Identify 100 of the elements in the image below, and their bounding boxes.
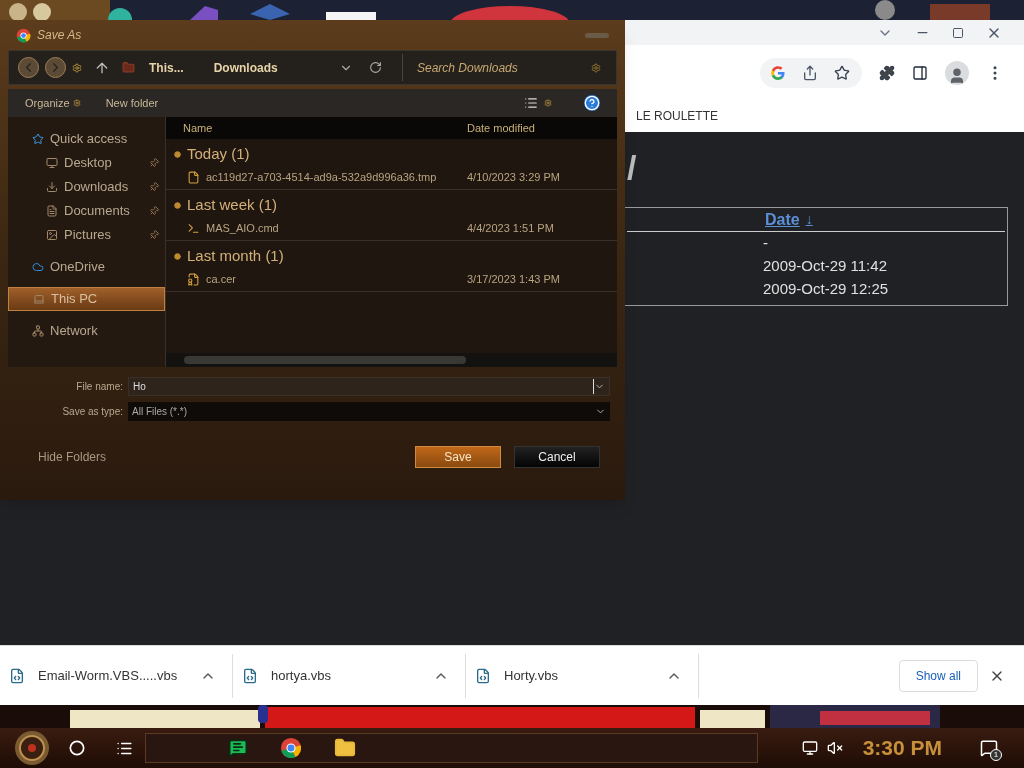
hide-folders-toggle[interactable]: Hide Folders xyxy=(38,448,107,466)
gear-icon xyxy=(72,99,81,107)
gear-icon xyxy=(544,99,552,107)
star-icon xyxy=(32,133,44,145)
image-icon xyxy=(46,229,58,241)
cancel-button[interactable]: Cancel xyxy=(514,446,600,468)
file-explorer-icon[interactable] xyxy=(334,737,356,759)
navigation-label: Downloads xyxy=(64,178,130,197)
chrome-icon xyxy=(16,27,31,43)
navigation-label: Quick access xyxy=(50,130,129,149)
document-icon xyxy=(46,205,58,217)
column-header[interactable]: Date modified xyxy=(458,119,535,137)
help-icon[interactable] xyxy=(584,95,600,111)
navigation-label: This PC xyxy=(51,290,99,309)
download-item[interactable]: hortya.vbs xyxy=(233,653,466,698)
new-folder-button[interactable]: New folder xyxy=(105,94,159,112)
file-icon xyxy=(187,170,200,184)
breadcrumb-item[interactable]: Downloads xyxy=(213,58,278,77)
file-row[interactable]: ca.cer 3/17/2023 1:43 PM xyxy=(166,267,617,291)
certificate-icon xyxy=(187,272,200,286)
horizontal-scrollbar[interactable] xyxy=(166,353,617,367)
search-field[interactable]: Search Downloads xyxy=(402,54,607,81)
navigation-item[interactable]: Documents xyxy=(8,199,165,223)
navigation-item[interactable]: Desktop xyxy=(8,151,165,175)
bookmark-link[interactable]: LE ROULETTE xyxy=(636,107,719,125)
navigation-item[interactable]: Downloads xyxy=(8,175,165,199)
group-bullet-icon xyxy=(174,150,181,158)
terminal-icon xyxy=(187,221,200,235)
profile-avatar[interactable] xyxy=(945,60,969,85)
organize-menu[interactable]: Organize xyxy=(25,94,70,112)
download-item[interactable]: Horty.vbs xyxy=(466,653,699,698)
navigation-label: Pictures xyxy=(64,226,112,245)
file-name: ca.cer xyxy=(206,271,236,287)
file-name-value: Ho xyxy=(133,379,594,394)
side-panel-icon[interactable] xyxy=(912,64,928,81)
breadcrumb-item[interactable]: This... xyxy=(149,58,184,77)
save-type-dropdown[interactable]: All Files (*.*) xyxy=(128,402,610,421)
google-icon[interactable] xyxy=(770,64,786,81)
group-header[interactable]: Last week (1) xyxy=(187,193,278,217)
navigation-item[interactable]: This PC xyxy=(8,287,165,311)
back-button[interactable] xyxy=(18,57,39,78)
download-icon xyxy=(46,181,58,193)
sort-arrow[interactable]: ↓ xyxy=(805,209,813,230)
file-date: 4/4/2023 1:51 PM xyxy=(467,220,554,236)
share-icon[interactable] xyxy=(802,64,818,81)
chat-app-icon[interactable] xyxy=(228,738,248,758)
navigation-item[interactable]: OneDrive xyxy=(8,255,165,279)
table-cell-text: 2009-Oct-29 11:42 xyxy=(763,256,887,277)
file-date: 4/10/2023 3:29 PM xyxy=(467,169,560,185)
script-file-icon xyxy=(9,667,25,684)
forward-button[interactable] xyxy=(45,57,66,78)
navigation-item[interactable]: Quick access xyxy=(8,127,165,151)
file-name-field[interactable]: Ho xyxy=(128,377,610,396)
network-icon[interactable] xyxy=(801,740,818,756)
group-bullet-icon xyxy=(174,252,181,260)
save-button[interactable]: Save xyxy=(415,446,501,468)
file-date: 3/17/2023 1:43 PM xyxy=(467,271,560,287)
navigation-item[interactable]: Network xyxy=(8,319,165,343)
file-name: MAS_AIO.cmd xyxy=(206,220,279,236)
search-placeholder: Search Downloads xyxy=(417,59,519,77)
download-item[interactable]: Email-Worm.VBS.....vbs xyxy=(0,653,233,698)
column-header[interactable]: Name xyxy=(166,119,458,137)
group-header[interactable]: Today (1) xyxy=(187,142,250,166)
script-file-icon xyxy=(475,667,491,684)
bookmark-star-icon[interactable] xyxy=(834,64,850,81)
start-button[interactable] xyxy=(14,730,50,766)
clock[interactable]: 3:30 PM xyxy=(862,732,942,764)
field-label: File name: xyxy=(75,380,124,394)
table-cell-text: 2009-Oct-29 12:25 xyxy=(763,279,889,300)
page-heading: / xyxy=(627,150,638,184)
group-bullet-icon xyxy=(174,201,181,209)
download-file-name: Email-Worm.VBS.....vbs xyxy=(38,666,179,685)
extensions-icon[interactable] xyxy=(879,64,895,81)
chrome-app-icon xyxy=(280,737,302,759)
notification-badge: 1 xyxy=(990,749,1002,761)
navigation-label: Network xyxy=(50,322,99,341)
file-row[interactable]: ac119d27-a703-4514-ad9a-532a9d996a36.tmp 4/10/2023 3:29 PM xyxy=(166,165,617,189)
view-icon[interactable] xyxy=(524,96,538,110)
laptop-icon xyxy=(33,293,45,305)
navigation-item[interactable]: Pictures xyxy=(8,223,165,247)
dialog-title: Save As xyxy=(37,27,82,44)
table-cell-text: - xyxy=(763,233,768,254)
gear-icon[interactable] xyxy=(72,62,82,73)
network-icon xyxy=(32,325,44,337)
file-row[interactable]: MAS_AIO.cmd 4/4/2023 1:51 PM xyxy=(166,216,617,240)
refresh-icon[interactable] xyxy=(369,61,382,74)
navigation-label: OneDrive xyxy=(50,258,106,277)
field-label: Save as type: xyxy=(61,405,124,419)
download-file-name: Horty.vbs xyxy=(504,666,559,685)
navigation-label: Documents xyxy=(64,202,131,221)
group-header[interactable]: Last month (1) xyxy=(187,244,284,268)
navigation-label: Desktop xyxy=(64,154,113,173)
notifications-icon[interactable] xyxy=(980,739,998,757)
cloud-icon xyxy=(32,261,44,273)
date-column-link[interactable]: Date xyxy=(765,207,800,232)
show-all-button[interactable]: Show all xyxy=(898,659,978,692)
script-file-icon xyxy=(242,667,258,684)
folder-icon xyxy=(122,61,135,74)
maximize-icon[interactable] xyxy=(952,26,964,39)
volume-muted-icon[interactable] xyxy=(826,740,843,756)
